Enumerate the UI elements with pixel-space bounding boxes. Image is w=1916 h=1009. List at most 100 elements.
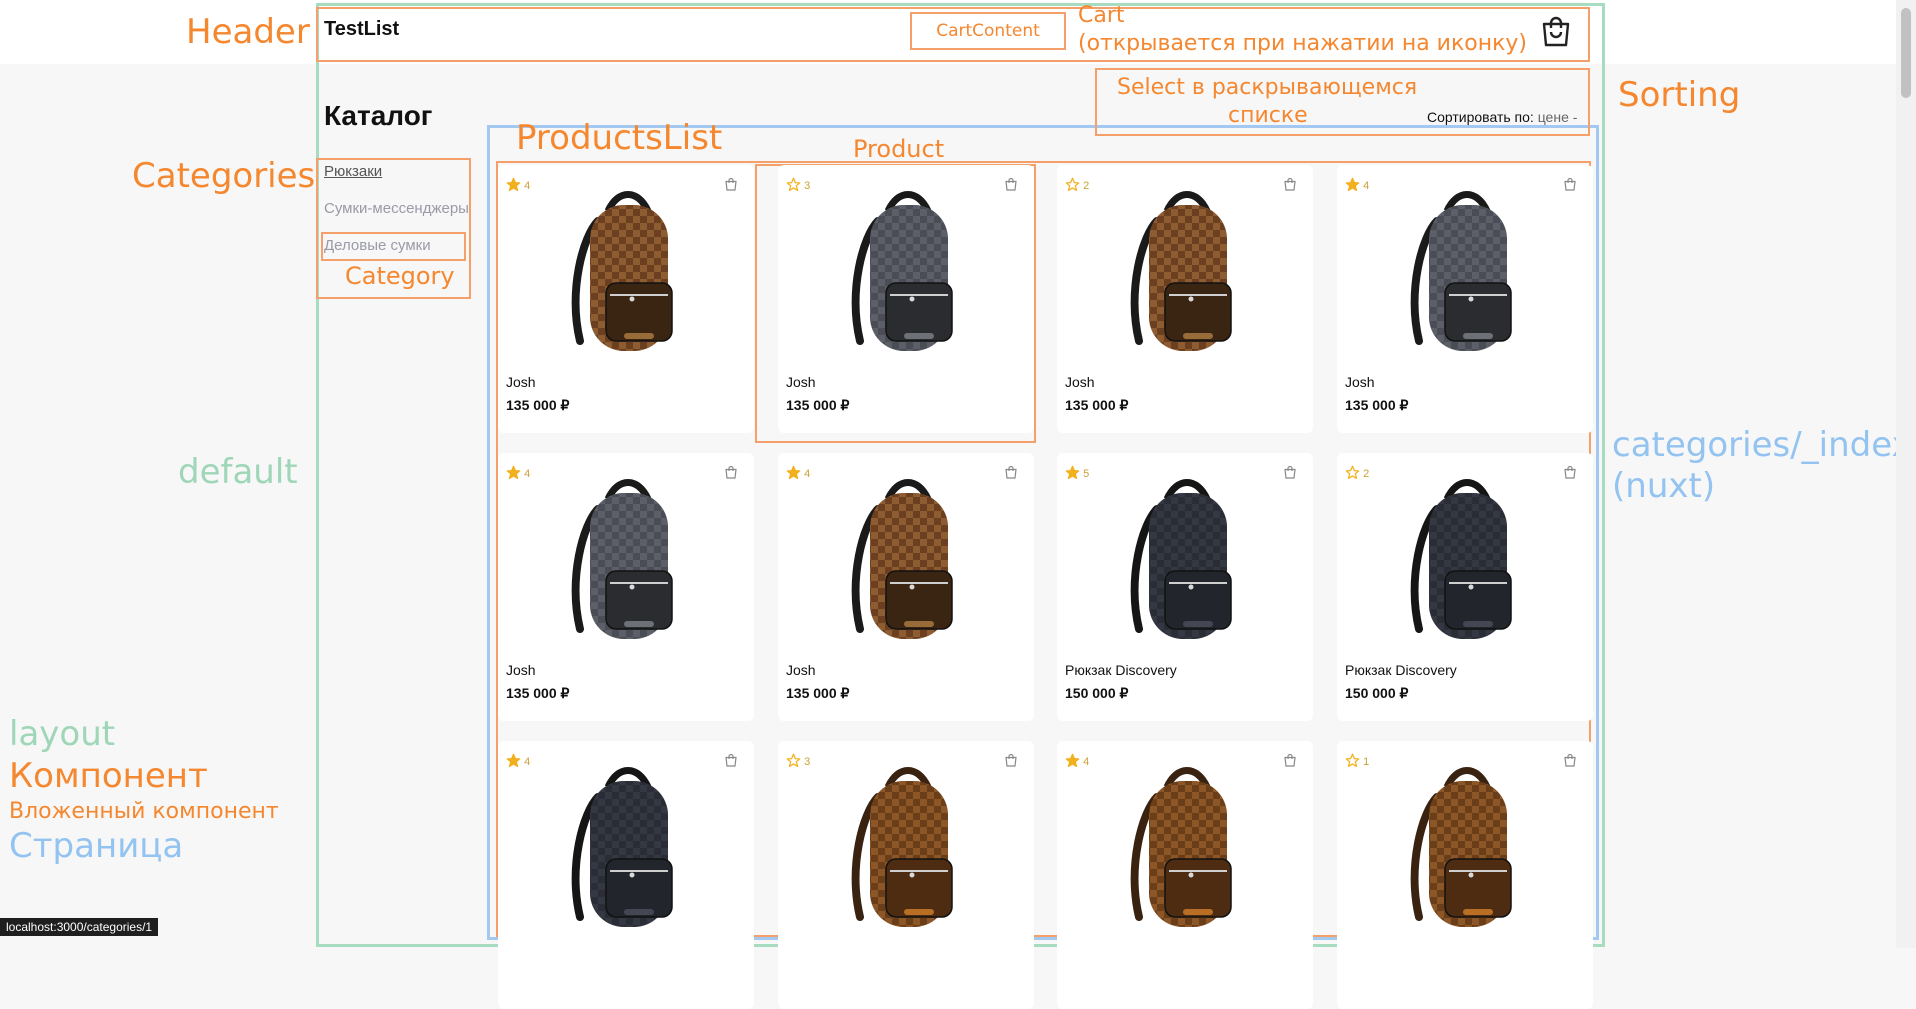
- shopping-bag-icon: [1284, 177, 1296, 191]
- scrollbar[interactable]: [1896, 0, 1916, 948]
- star-icon: [1065, 753, 1080, 768]
- product-card[interactable]: 4 Josh 135 000 ₽: [1337, 165, 1593, 433]
- shopping-bag-icon: [1564, 465, 1576, 479]
- annotation-select-note-1: Select в раскрывающемся: [1117, 75, 1418, 100]
- product-name[interactable]: Рюкзак Discovery: [1065, 662, 1177, 678]
- product-card[interactable]: 4 Josh 135 000 ₽: [498, 165, 754, 433]
- product-name[interactable]: Josh: [786, 662, 816, 678]
- add-to-cart-button[interactable]: [1004, 753, 1018, 772]
- star-icon: [1345, 753, 1360, 768]
- add-to-cart-button[interactable]: [1004, 465, 1018, 484]
- star-icon: [786, 177, 801, 192]
- product-rating: 4: [786, 465, 810, 480]
- product-name[interactable]: Josh: [786, 374, 816, 390]
- product-price: 135 000 ₽: [786, 685, 850, 701]
- annotation-select-note-2: списке: [1228, 103, 1308, 128]
- annotation-products-list: ProductsList: [516, 118, 723, 158]
- shopping-bag-icon: [725, 753, 737, 767]
- product-rating: 1: [1345, 753, 1369, 768]
- add-to-cart-button[interactable]: [1563, 753, 1577, 772]
- sort-label: Сортировать по:: [1427, 109, 1534, 125]
- product-image[interactable]: [1367, 469, 1563, 649]
- chevron-down-icon: -: [1572, 109, 1578, 125]
- page-title: Каталог: [324, 100, 433, 131]
- add-to-cart-button[interactable]: [724, 465, 738, 484]
- product-name[interactable]: Рюкзак Discovery: [1345, 662, 1457, 678]
- shopping-bag-icon: [1564, 753, 1576, 767]
- star-icon: [506, 465, 521, 480]
- product-image[interactable]: [808, 469, 1004, 649]
- product-price: 135 000 ₽: [506, 685, 570, 701]
- product-price: 135 000 ₽: [506, 397, 570, 413]
- shopping-bag-icon: [1284, 753, 1296, 767]
- product-image[interactable]: [808, 181, 1004, 361]
- star-icon: [786, 753, 801, 768]
- annotation-product: Product: [853, 135, 945, 163]
- product-name[interactable]: Josh: [1345, 374, 1375, 390]
- product-image[interactable]: [528, 469, 724, 649]
- product-card[interactable]: 4: [1057, 741, 1313, 1009]
- product-image[interactable]: [1367, 757, 1563, 937]
- product-price: 150 000 ₽: [1345, 685, 1409, 701]
- add-to-cart-button[interactable]: [1283, 465, 1297, 484]
- category-item-business-bags[interactable]: Деловые сумки: [324, 237, 431, 254]
- shopping-bag-icon: [1005, 753, 1017, 767]
- product-rating: 3: [786, 177, 810, 192]
- product-card[interactable]: 2 Рюкзак Discovery 150 000 ₽: [1337, 453, 1593, 721]
- product-image[interactable]: [1087, 757, 1283, 937]
- product-card[interactable]: 1: [1337, 741, 1593, 1009]
- product-name[interactable]: Josh: [1065, 374, 1095, 390]
- product-rating: 3: [786, 753, 810, 768]
- annotation-default: default: [178, 452, 298, 492]
- product-card[interactable]: 5 Рюкзак Discovery 150 000 ₽: [1057, 453, 1313, 721]
- category-item-messenger-bags[interactable]: Сумки-мессенджеры: [324, 200, 469, 217]
- annotation-sorting: Sorting: [1618, 75, 1741, 115]
- product-image[interactable]: [1087, 181, 1283, 361]
- annotation-cart: Cart: [1078, 3, 1125, 28]
- product-image[interactable]: [528, 181, 724, 361]
- logo[interactable]: TestList: [324, 18, 399, 41]
- product-price: 135 000 ₽: [1065, 397, 1129, 413]
- star-icon: [786, 465, 801, 480]
- star-icon: [1065, 465, 1080, 480]
- add-to-cart-button[interactable]: [724, 177, 738, 196]
- product-card[interactable]: 4: [498, 741, 754, 1009]
- product-rating: 4: [1345, 177, 1369, 192]
- annotation-page-name-suffix: (nuxt): [1612, 466, 1716, 506]
- add-to-cart-button[interactable]: [1004, 177, 1018, 196]
- product-card[interactable]: 4 Josh 135 000 ₽: [778, 453, 1034, 721]
- star-icon: [506, 753, 521, 768]
- add-to-cart-button[interactable]: [1283, 753, 1297, 772]
- product-name[interactable]: Josh: [506, 662, 536, 678]
- annotation-cart-note: (открывается при нажатии на иконку): [1078, 31, 1527, 56]
- annotation-categories: Categories: [132, 156, 316, 196]
- product-price: 135 000 ₽: [1345, 397, 1409, 413]
- star-icon: [1065, 177, 1080, 192]
- product-rating: 4: [1065, 753, 1089, 768]
- product-image[interactable]: [1087, 469, 1283, 649]
- add-to-cart-button[interactable]: [724, 753, 738, 772]
- add-to-cart-button[interactable]: [1283, 177, 1297, 196]
- sort-select[interactable]: Сортировать по: цене -: [1427, 109, 1577, 125]
- shopping-bag-icon: [725, 465, 737, 479]
- shopping-bag-icon: [1542, 16, 1570, 47]
- product-card[interactable]: 4 Josh 135 000 ₽: [498, 453, 754, 721]
- shopping-bag-icon: [1005, 177, 1017, 191]
- product-image[interactable]: [1367, 181, 1563, 361]
- add-to-cart-button[interactable]: [1563, 177, 1577, 196]
- add-to-cart-button[interactable]: [1563, 465, 1577, 484]
- product-card[interactable]: 2 Josh 135 000 ₽: [1057, 165, 1313, 433]
- annotation-page-name: categories/_index: [1612, 425, 1912, 465]
- cart-button[interactable]: [1540, 14, 1572, 48]
- product-image[interactable]: [808, 757, 1004, 937]
- category-item-backpacks[interactable]: Рюкзаки: [324, 163, 382, 180]
- product-card[interactable]: 3 Josh 135 000 ₽: [778, 165, 1034, 433]
- product-rating: 2: [1065, 177, 1089, 192]
- product-card[interactable]: 3: [778, 741, 1034, 1009]
- star-icon: [506, 177, 521, 192]
- product-rating: 4: [506, 753, 530, 768]
- product-image[interactable]: [528, 757, 724, 937]
- product-name[interactable]: Josh: [506, 374, 536, 390]
- legend-page: Страница: [9, 826, 184, 866]
- scrollbar-thumb[interactable]: [1901, 8, 1911, 98]
